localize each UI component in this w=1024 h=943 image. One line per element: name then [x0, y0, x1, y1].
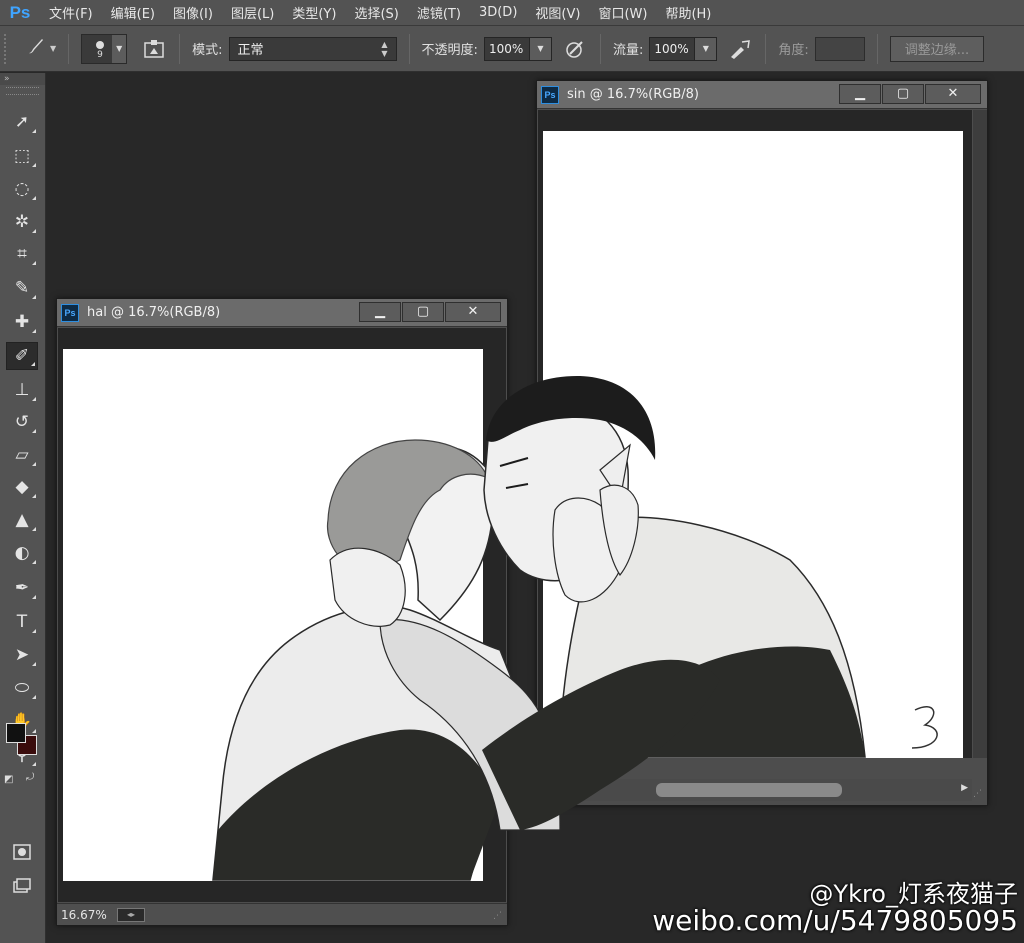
foreground-color-swatch[interactable] [6, 723, 26, 743]
watermark-url: weibo.com/u/5479805095 [652, 904, 1018, 937]
artwork-illustration [212, 375, 938, 881]
photoshop-window: Ps 文件(F) 编辑(E) 图像(I) 图层(L) 类型(Y) 选择(S) 滤… [0, 0, 1024, 943]
